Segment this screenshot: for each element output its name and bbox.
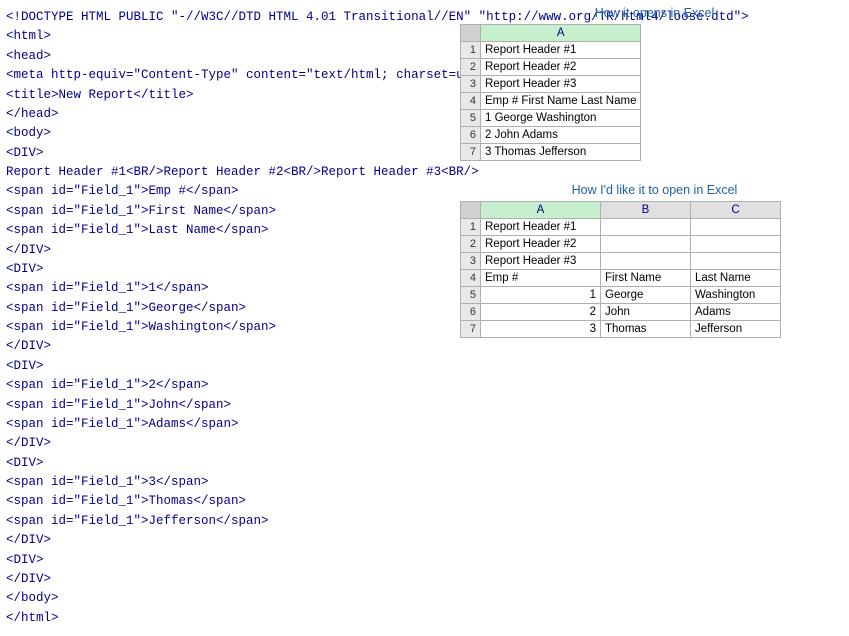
corner-cell — [461, 25, 481, 42]
row-number: 4 — [461, 93, 481, 110]
top-excel-title: How it opens in Excel — [460, 6, 849, 20]
cell-a: Report Header #3 — [481, 253, 601, 270]
cell-a: 3 — [481, 321, 601, 338]
cell-a: Report Header #1 — [481, 219, 601, 236]
cell-c: Adams — [691, 304, 781, 321]
row-number: 7 — [461, 144, 481, 161]
corner-cell-2 — [461, 202, 481, 219]
cell-a: 1 — [481, 287, 601, 304]
row-number: 1 — [461, 219, 481, 236]
row-number: 3 — [461, 76, 481, 93]
bottom-excel-preview: How I'd like it to open in Excel A B C 1… — [460, 183, 849, 338]
row-number: 6 — [461, 127, 481, 144]
code-panel: <!DOCTYPE HTML PUBLIC "-//W3C//DTD HTML … — [0, 0, 460, 636]
cell-b: Thomas — [601, 321, 691, 338]
row-number: 2 — [461, 236, 481, 253]
row-number: 4 — [461, 270, 481, 287]
cell-c: Last Name — [691, 270, 781, 287]
cell-a: Report Header #3 — [481, 76, 641, 93]
row-number: 6 — [461, 304, 481, 321]
cell-a: Report Header #1 — [481, 42, 641, 59]
cell-b: First Name — [601, 270, 691, 287]
cell-c: Washington — [691, 287, 781, 304]
table-row: 2Report Header #2 — [461, 236, 781, 253]
table-row: 4Emp #First NameLast Name — [461, 270, 781, 287]
table-row: 4Emp # First Name Last Name — [461, 93, 641, 110]
cell-a: Emp # — [481, 270, 601, 287]
table-row: 1Report Header #1 — [461, 219, 781, 236]
bottom-col-header-c: C — [691, 202, 781, 219]
table-row: 1Report Header #1 — [461, 42, 641, 59]
cell-b: George — [601, 287, 691, 304]
table-row: 73ThomasJefferson — [461, 321, 781, 338]
bottom-col-header-a: A — [481, 202, 601, 219]
row-number: 3 — [461, 253, 481, 270]
cell-b — [601, 253, 691, 270]
col-header-a: A — [481, 25, 641, 42]
cell-a: Emp # First Name Last Name — [481, 93, 641, 110]
cell-a: 1 George Washington — [481, 110, 641, 127]
row-number: 7 — [461, 321, 481, 338]
table-row: 62JohnAdams — [461, 304, 781, 321]
cell-b — [601, 236, 691, 253]
cell-a: Report Header #2 — [481, 236, 601, 253]
table-row: 51GeorgeWashington — [461, 287, 781, 304]
table-row: 51 George Washington — [461, 110, 641, 127]
row-number: 5 — [461, 110, 481, 127]
table-row: 3Report Header #3 — [461, 76, 641, 93]
row-number: 1 — [461, 42, 481, 59]
table-row: 62 John Adams — [461, 127, 641, 144]
cell-c — [691, 219, 781, 236]
top-excel-table: A 1Report Header #12Report Header #23Rep… — [460, 24, 641, 161]
top-excel-preview: How it opens in Excel A 1Report Header #… — [460, 6, 849, 161]
table-row: 2Report Header #2 — [461, 59, 641, 76]
cell-a: 3 Thomas Jefferson — [481, 144, 641, 161]
cell-b — [601, 219, 691, 236]
table-row: 73 Thomas Jefferson — [461, 144, 641, 161]
cell-b: John — [601, 304, 691, 321]
bottom-excel-table: A B C 1Report Header #12Report Header #2… — [460, 201, 781, 338]
cell-a: 2 John Adams — [481, 127, 641, 144]
cell-a: Report Header #2 — [481, 59, 641, 76]
table-row: 3Report Header #3 — [461, 253, 781, 270]
cell-c: Jefferson — [691, 321, 781, 338]
cell-a: 2 — [481, 304, 601, 321]
row-number: 5 — [461, 287, 481, 304]
row-number: 2 — [461, 59, 481, 76]
bottom-col-header-b: B — [601, 202, 691, 219]
bottom-excel-title: How I'd like it to open in Excel — [460, 183, 849, 197]
cell-c — [691, 236, 781, 253]
cell-c — [691, 253, 781, 270]
right-panel: How it opens in Excel A 1Report Header #… — [460, 0, 849, 354]
